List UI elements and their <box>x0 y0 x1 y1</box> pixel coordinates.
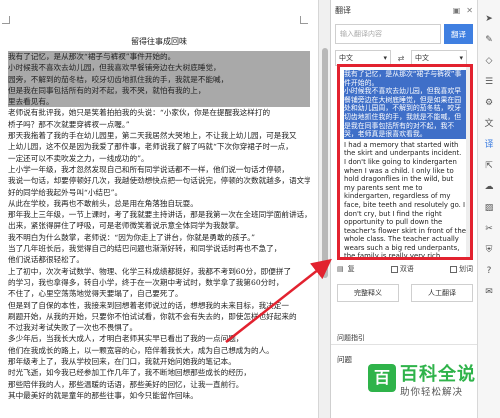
result-toolbar: ▤ 复 双语 划词 <box>337 262 473 276</box>
document-line: 他们在我成长的路上，以一颗宽容的心，陪伴着我长大，成为自己想成为的人。 <box>8 345 274 355</box>
ask-tab[interactable]: 问题 <box>337 354 352 365</box>
document-page[interactable]: 留得往事成回味 我有了记忆，是从那次“裙子与裤衩”事件开始的。 小时候我不喜欢去幼… <box>0 0 318 418</box>
document-line: 那年我上三年级，一节上课时，考了我就要主持讲话，那是我第一次在全班同学面前讲话，… <box>8 210 310 220</box>
watermark-logo: 百 <box>368 364 396 392</box>
translate-panel: 翻译 ▣ ✕ 翻译 中文 ▾ ⇄ 中文 ▾ 我有了记忆，是从那次“裙子与裤衩”事… <box>330 0 478 418</box>
image-icon[interactable]: ▨ <box>485 203 494 213</box>
document-line: 其中最美好的就是童年的那些往事，如今只能留作回味。 <box>8 390 198 400</box>
result-scrollbar[interactable] <box>466 67 470 257</box>
document-scrollbar[interactable] <box>318 0 330 418</box>
shape-icon[interactable]: ◇ <box>486 56 493 66</box>
document-title: 留得往事成回味 <box>131 37 187 46</box>
cloud-icon[interactable]: ☁ <box>485 182 494 192</box>
swap-icon[interactable]: ⇄ <box>394 54 408 63</box>
source-text: 我有了记忆，是从那次“裙子与裤衩”事件开始的。 小时候我不喜欢去幼儿园，但我喜欢… <box>344 70 466 139</box>
document-area: 留得往事成回味 我有了记忆，是从那次“裙子与裤衩”事件开始的。 小时候我不喜欢去幼… <box>0 0 330 418</box>
document-line: 上了初中，次次考试数学、物理、化学三科成绩都挺好，我都不考到60分，即便拼了 <box>8 266 292 276</box>
chevron-down-icon: ▾ <box>459 54 463 62</box>
document-line: 老师说有批评我，她只是笑着拍拍我的头说：“小家伙，你是在提醒我这样打的 <box>8 108 271 118</box>
document-line: 他们说话都很轻松了。 <box>8 255 84 265</box>
pin-icon[interactable]: ▣ <box>453 6 461 15</box>
document-line: 从此在学校，我再也不敢前头，总是用在角落独自玩耍。 <box>8 198 198 208</box>
translate-button[interactable]: 翻译 <box>444 24 473 44</box>
chat-icon[interactable]: ✉ <box>485 287 493 297</box>
watermark: 百 百科全说 助你轻松解决 <box>368 360 500 410</box>
cursor-icon[interactable]: ➤ <box>485 14 493 24</box>
document-line: 桥子吗？那不次就要穿裤衩一点喔。” <box>8 119 130 129</box>
divider <box>331 344 478 345</box>
target-language-label: 中文 <box>415 54 429 62</box>
page-corner-mark <box>300 16 308 24</box>
document-line: 那些陪伴我的人，那些温暖的话语，那些美好的回忆，让我一直前行。 <box>8 379 244 389</box>
document-line: 上小学一年级，我才忽然发现自己和所有同学说话都不一样，他们说一句话才停顿， <box>8 164 289 174</box>
copy-label[interactable]: 复 <box>348 264 355 274</box>
search-input[interactable] <box>335 24 441 44</box>
watermark-title: 百科全说 <box>400 364 476 385</box>
edit-icon[interactable]: ✎ <box>485 35 493 45</box>
word-select-label: 划词 <box>459 265 473 273</box>
document-line: 我说一句话，却要停顿好几次，我越使劲想快点把一句话说完，停顿的次数就越多，语文学 <box>8 176 310 186</box>
chevron-down-icon: ▾ <box>383 54 387 62</box>
document-line: 但是我在同事包括所有的对不起，我不哭，就怕有我的上， <box>8 84 310 97</box>
scrollbar-thumb[interactable] <box>322 48 328 278</box>
bilingual-label: 双语 <box>399 265 414 273</box>
human-translate-button[interactable]: 人工翻译 <box>411 284 473 302</box>
document-line: 时光飞逝，如今我已经参加工作几年了，我不断地回想那些成长的经历， <box>8 368 251 378</box>
share-icon[interactable]: ⇱ <box>485 161 493 171</box>
help-icon[interactable]: ? <box>487 266 492 276</box>
document-line: 出来，紧张得屏住了呼吸，可是老师微笑着说示意全体同学为我鼓掌。 <box>8 221 244 231</box>
checkbox-box[interactable] <box>450 265 457 273</box>
close-icon[interactable]: ✕ <box>466 6 473 15</box>
watermark-subtitle: 助你轻松解决 <box>400 387 464 398</box>
translate-active-icon[interactable]: 译 <box>484 140 493 150</box>
document-line: 多少年后，当我长大成人，才明白老师其实早已看出了我的一点问题， <box>8 334 244 344</box>
document-body[interactable]: 我有了记忆，是从那次“裙子与裤衩”事件开始的。 小时候我不喜欢去幼儿园，但我喜欢早… <box>8 51 310 401</box>
document-line: 我有了记忆，是从那次“裙子与裤衩”事件开始的。 <box>8 51 310 63</box>
document-line: 我不明白为什么鼓掌，老师说：“因为你走上了讲台，你就是勇敢的孩子。” <box>8 232 255 242</box>
translation-result-box[interactable]: 我有了记忆，是从那次“裙子与裤衩”事件开始的。 小时候我不喜欢去幼儿园，但我喜欢… <box>337 64 473 260</box>
list-icon[interactable]: ☰ <box>485 77 493 87</box>
full-definition-button[interactable]: 完整释义 <box>337 284 399 302</box>
search-row: 翻译 <box>331 20 477 48</box>
document-line: 那天我拖着了我的手在幼儿园里，第二天我居然大哭地上，不让我上幼儿园，可是我又 <box>8 131 297 141</box>
document-line: 里去看见有。 <box>8 96 310 108</box>
bilingual-checkbox[interactable]: 双语 <box>390 264 414 274</box>
page-corner-mark <box>2 16 10 24</box>
shield-icon[interactable]: ⛨ <box>486 245 493 255</box>
document-line: 的学习，我也拿得多，转自小学，终于在一次期中考试时，数学拿了我第60分时， <box>8 277 284 287</box>
document-line: 上幼儿园，这不仅是因为我爱了那件事，老师说我了解了吗就“下次你穿裙子时一点， <box>8 142 293 152</box>
source-language-label: 中文 <box>339 54 353 62</box>
right-toolbar: ➤ ✎ ◇ ☰ ⚙ 文 译 ⇱ ☁ ▨ ✂ ⛨ ? ✉ <box>477 0 500 418</box>
action-row: 完整释义 人工翻译 <box>337 284 473 302</box>
document-line: 当了几年班长后，我觉得自己的结巴问题也渐渐好转，和同学说话时再也不急了， <box>8 244 282 254</box>
document-line: 一定还可以不卖吹发之力，一线成功的”。 <box>8 153 149 163</box>
panel-header: 翻译 ▣ ✕ <box>331 0 477 20</box>
checkbox-box[interactable] <box>390 265 398 273</box>
gear-icon[interactable]: ⚙ <box>485 98 493 108</box>
translated-text: I had a memory that started with the ski… <box>344 140 466 260</box>
document-line: 但是到了自保的本性，我接来到回想着老师说过的话，想想我的未来目标，我决定一 <box>8 300 289 310</box>
document-line: 那年级考上了，我从学校回来，在门口，我就开始问她我的笔记本。 <box>8 357 236 367</box>
document-line: 刷题开始，从我的开始，只要你不怕试试看，你就不会有失去的，即使怎样也好起来的 <box>8 311 297 321</box>
clip-icon[interactable]: ✂ <box>485 224 493 234</box>
document-line: 小时候我不喜欢去幼儿园，但我喜欢早餐铺旁边在大树底睡觉， <box>8 62 310 74</box>
document-line: 不过我对考试失败了一次也不畏惧了。 <box>8 323 138 333</box>
translate-icon[interactable]: 文 <box>484 119 493 129</box>
panel-title: 翻译 <box>335 5 351 15</box>
word-select-checkbox[interactable]: 划词 <box>450 264 473 274</box>
document-line: 不住了，心里空荡荡地觉得天要塌了，自己要死了。 <box>8 289 183 299</box>
ask-section-title: 问题指引 <box>337 334 365 342</box>
document-line: 好的同学给我起外号叫“小结巴”。 <box>8 187 123 197</box>
copy-icon[interactable]: ▤ <box>337 265 344 273</box>
document-line: 园旁，不解到的茄冬桔，咬牙切齿地抓住我的手，我就是不能喊， <box>8 73 310 85</box>
